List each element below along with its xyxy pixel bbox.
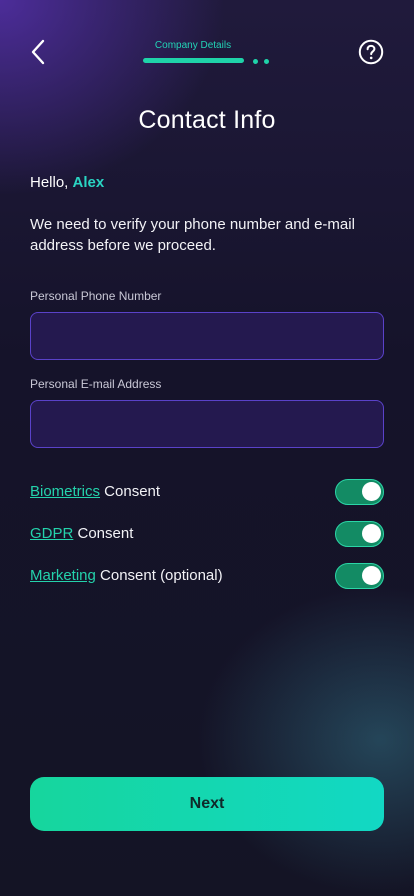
consent-suffix: Consent (optional) bbox=[95, 567, 223, 584]
greeting: Hello, Alex bbox=[30, 174, 104, 191]
email-label: Personal E-mail Address bbox=[30, 377, 162, 391]
progress-dot-step-2 bbox=[253, 59, 258, 64]
gdpr-link[interactable]: GDPR bbox=[30, 525, 73, 542]
question-circle-icon bbox=[358, 39, 384, 65]
user-name: Alex bbox=[72, 174, 105, 191]
gdpr-consent-toggle[interactable] bbox=[335, 521, 384, 547]
consent-row-biometrics: Biometrics Consent bbox=[30, 479, 384, 505]
consent-text: Marketing Consent (optional) bbox=[30, 567, 223, 584]
step-progress: Company Details bbox=[140, 40, 274, 70]
consent-suffix: Consent bbox=[100, 483, 161, 500]
phone-input[interactable] bbox=[30, 312, 384, 360]
biometrics-link[interactable]: Biometrics bbox=[30, 483, 100, 500]
biometrics-consent-toggle[interactable] bbox=[335, 479, 384, 505]
consent-text: Biometrics Consent bbox=[30, 483, 160, 500]
consent-text: GDPR Consent bbox=[30, 525, 133, 542]
phone-label: Personal Phone Number bbox=[30, 289, 162, 303]
next-button[interactable]: Next bbox=[30, 777, 384, 831]
progress-dot-step-3 bbox=[264, 59, 269, 64]
toggle-knob bbox=[362, 524, 381, 543]
toggle-knob bbox=[362, 482, 381, 501]
marketing-link[interactable]: Marketing bbox=[30, 567, 96, 584]
intro-text: We need to verify your phone number and … bbox=[30, 216, 355, 254]
email-input[interactable] bbox=[30, 400, 384, 448]
marketing-consent-toggle[interactable] bbox=[335, 563, 384, 589]
consent-row-gdpr: GDPR Consent bbox=[30, 521, 384, 547]
consent-suffix: Consent bbox=[73, 525, 134, 542]
consent-row-marketing: Marketing Consent (optional) bbox=[30, 563, 384, 589]
toggle-knob bbox=[362, 566, 381, 585]
progress-step-label: Company Details bbox=[154, 40, 232, 51]
help-button[interactable] bbox=[358, 39, 384, 65]
greeting-prefix: Hello, bbox=[30, 174, 73, 191]
back-button[interactable] bbox=[22, 36, 54, 68]
page-title: Contact Info bbox=[138, 106, 276, 134]
contact-info-screen: Company Details Contact Info Hello, Alex… bbox=[0, 0, 414, 896]
chevron-left-icon bbox=[31, 39, 45, 65]
progress-bar-active bbox=[143, 58, 244, 63]
